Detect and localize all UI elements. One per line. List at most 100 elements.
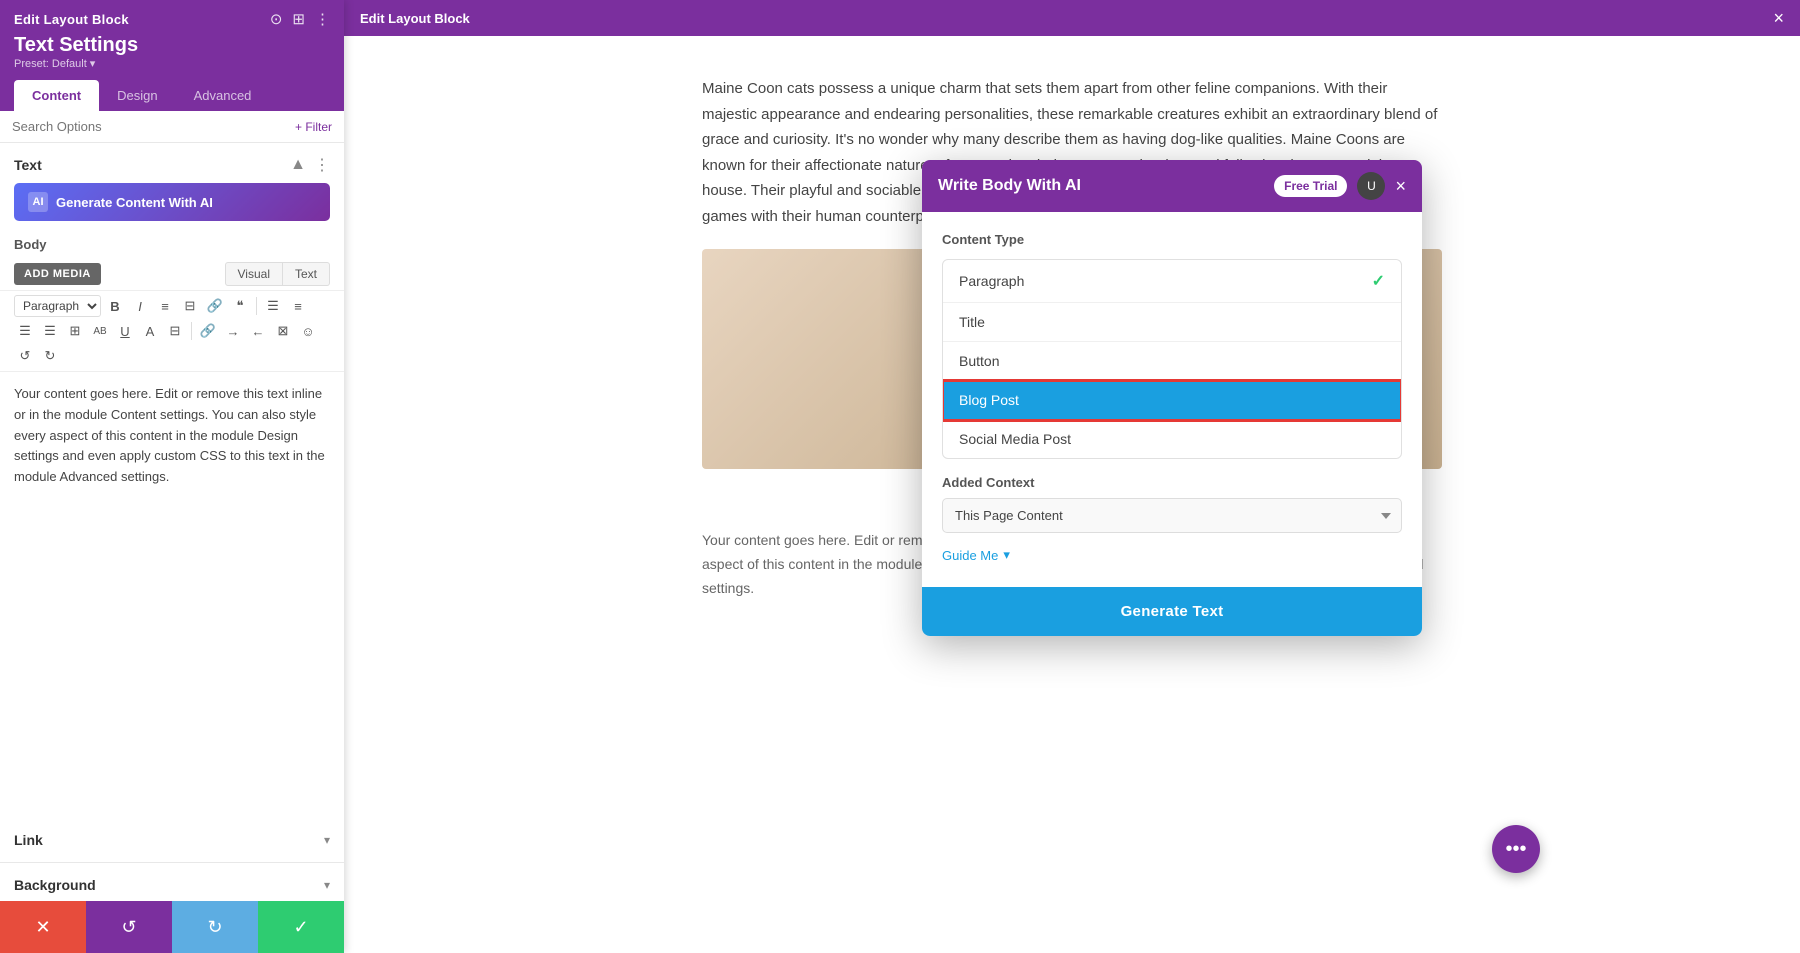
ai-modal: Write Body With AI Free Trial U × Conten… [922,160,1422,636]
add-media-button[interactable]: ADD MEDIA [14,263,101,285]
fab-icon: ••• [1505,838,1526,861]
italic-button[interactable]: I [129,295,151,317]
editor-toolbar: Paragraph B I ≡ ⊟ 🔗 ❝ ☰ ≡ ☰ ☰ ⊞ AB U A ⊟… [0,290,344,372]
content-type-blog-post-label: Blog Post [959,392,1019,408]
text-format-button[interactable]: AB [89,320,111,342]
collapse-icon[interactable]: ▲ [290,156,306,174]
guide-me-label: Guide Me [942,548,998,563]
content-type-social-media-label: Social Media Post [959,431,1071,447]
more-icon[interactable]: ⋮ [315,10,330,28]
quote-button[interactable]: ❝ [229,295,251,317]
cancel-button[interactable]: ✕ [0,901,86,953]
added-context-label: Added Context [942,475,1402,490]
guide-me-button[interactable]: Guide Me ▾ [942,547,1010,563]
content-type-paragraph[interactable]: Paragraph ✓ [943,260,1401,303]
redo-button[interactable]: ↻ [172,901,258,953]
tab-text[interactable]: Text [283,262,330,286]
paragraph-select[interactable]: Paragraph [14,295,101,317]
link-chevron-icon: ▾ [324,833,330,847]
modal-footer: Generate Text [922,587,1422,636]
underline-button[interactable]: U [114,320,136,342]
tab-visual[interactable]: Visual [225,262,283,286]
content-type-label: Content Type [942,232,1402,247]
background-chevron-icon: ▾ [324,878,330,892]
section-header-icons: ▲ ⋮ [290,155,330,175]
background-section-title: Background [14,877,96,893]
floating-action-button[interactable]: ••• [1492,825,1540,873]
bottom-bar: ✕ ↺ ↻ ✓ [0,901,344,953]
bold-button[interactable]: B [104,295,126,317]
content-type-social-media[interactable]: Social Media Post [943,420,1401,458]
columns-icon[interactable]: ⊞ [292,10,305,28]
sidebar-header-icons: ⊙ ⊞ ⋮ [270,10,330,28]
filter-button[interactable]: + Filter [295,120,332,134]
topbar-close-button[interactable]: × [1773,8,1784,29]
modal-title: Write Body With AI [938,177,1081,195]
toolbar-separator-1 [256,297,257,315]
special-char-button[interactable]: ⊠ [272,320,294,342]
ordered-list-button[interactable]: ⊟ [179,295,201,317]
content-type-paragraph-label: Paragraph [959,273,1024,289]
undo-button[interactable]: ↺ [86,901,172,953]
modal-body: Content Type Paragraph ✓ Title Button Bl… [922,212,1422,587]
visual-text-tabs: Visual Text [225,262,330,286]
redo-editor-button[interactable]: ↻ [39,345,61,367]
align-left-button[interactable]: ☰ [262,295,284,317]
tab-design[interactable]: Design [99,80,175,111]
body-label: Body [0,233,344,258]
more-format-button[interactable]: ⊟ [164,320,186,342]
link-section-title: Link [14,832,43,848]
topbar-title: Edit Layout Block [360,11,470,26]
sidebar-main-title: Text Settings [14,34,330,57]
preset-dropdown[interactable]: Preset: Default ▾ [14,57,330,70]
content-type-blog-post[interactable]: Blog Post [943,381,1401,420]
list-button[interactable]: ≡ [154,295,176,317]
outdent-button[interactable]: ← [247,320,269,342]
table-button[interactable]: ⊞ [64,320,86,342]
save-button[interactable]: ✓ [258,901,344,953]
search-bar: + Filter [0,111,344,143]
text-color-button[interactable]: A [139,320,161,342]
text-section-header: Text ▲ ⋮ [0,143,344,183]
content-type-list: Paragraph ✓ Title Button Blog Post Socia… [942,259,1402,459]
editor-text: Your content goes here. Edit or remove t… [14,386,325,484]
link-button[interactable]: 🔗 [204,295,226,317]
more-options-icon[interactable]: ⋮ [314,155,330,175]
guide-me-arrow-icon: ▾ [1003,547,1010,563]
search-input[interactable] [12,119,295,134]
generate-text-button[interactable]: Generate Text [922,587,1422,636]
align-center-button[interactable]: ≡ [287,295,309,317]
undo-editor-button[interactable]: ↺ [14,345,36,367]
tab-content[interactable]: Content [14,80,99,111]
content-type-button[interactable]: Button [943,342,1401,381]
text-section-title: Text [14,157,42,173]
editor-content[interactable]: Your content goes here. Edit or remove t… [0,372,344,818]
unlink-button[interactable]: 🔗 [197,320,219,342]
focus-icon[interactable]: ⊙ [270,10,283,28]
align-right-button[interactable]: ☰ [14,320,36,342]
emoji-button[interactable]: ☺ [297,320,319,342]
tab-advanced[interactable]: Advanced [176,80,270,111]
content-type-title-label: Title [959,314,985,330]
indent-button[interactable]: → [222,320,244,342]
align-justify-button[interactable]: ☰ [39,320,61,342]
generate-content-ai-button[interactable]: AI Generate Content With AI [14,183,330,221]
content-type-title[interactable]: Title [943,303,1401,342]
modal-header-right: Free Trial U × [1274,172,1406,200]
chevron-down-icon: ▾ [90,57,96,70]
check-icon: ✓ [1372,271,1385,291]
tabs-row: Content Design Advanced [0,80,344,111]
sidebar-header: Edit Layout Block ⊙ ⊞ ⋮ [0,0,344,34]
ai-icon: AI [28,192,48,212]
main-content: Edit Layout Block × Maine Coon cats poss… [344,0,1800,953]
sidebar-title-row: Text Settings Preset: Default ▾ [0,34,344,80]
main-topbar: Edit Layout Block × [344,0,1800,36]
modal-header: Write Body With AI Free Trial U × [922,160,1422,212]
content-type-button-label: Button [959,353,999,369]
media-toolbar: ADD MEDIA Visual Text [0,258,344,290]
free-trial-badge[interactable]: Free Trial [1274,175,1347,197]
link-section[interactable]: Link ▾ [0,818,344,863]
context-select[interactable]: This Page Content [942,498,1402,533]
modal-close-button[interactable]: × [1395,176,1406,197]
edit-layout-block-title: Edit Layout Block [14,12,129,27]
